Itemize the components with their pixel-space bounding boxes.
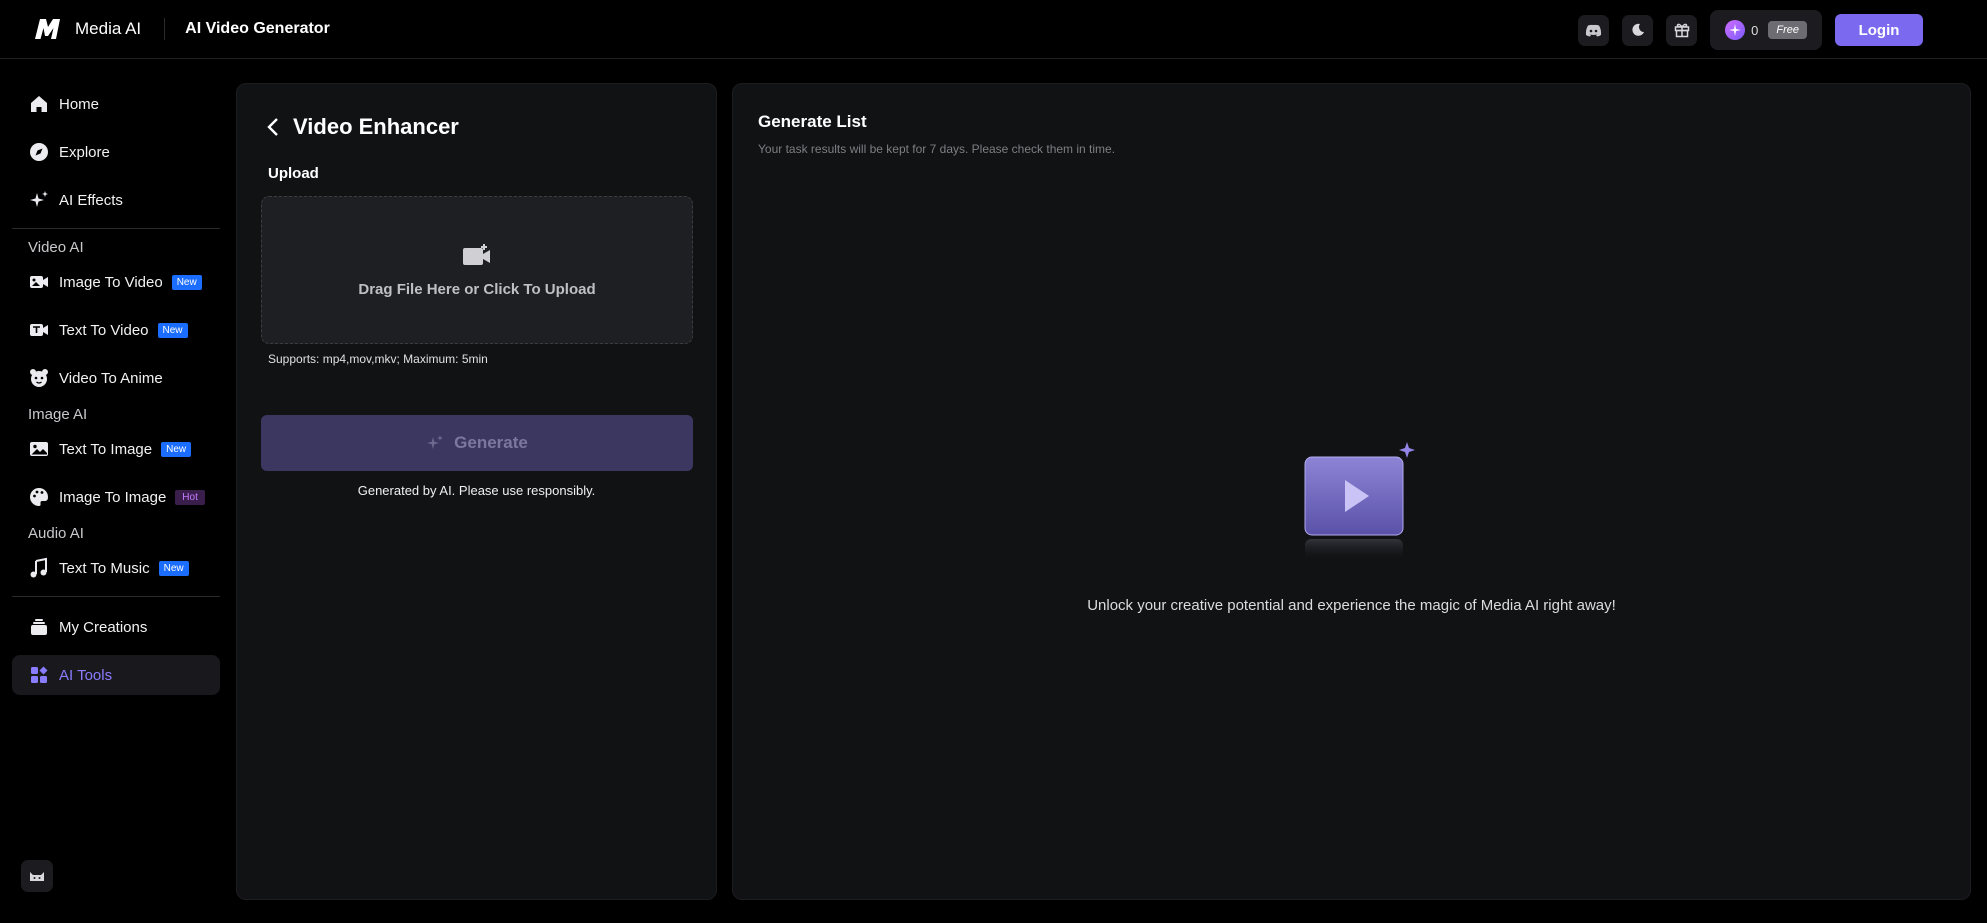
brand-name: Media AI	[75, 19, 142, 38]
credits-icon	[1725, 20, 1746, 40]
discord-icon	[1586, 24, 1602, 36]
sidebar-item-label: My Creations	[59, 618, 148, 636]
credits-count: 0	[1751, 22, 1759, 38]
sidebar: Home Explore AI Effects Video AI Image T…	[12, 84, 220, 703]
sidebar-item-label: Video To Anime	[59, 369, 163, 387]
gift-icon	[1674, 23, 1689, 38]
sidebar-item-label: AI Effects	[59, 191, 123, 209]
image-icon	[30, 442, 48, 456]
generate-list-subtitle: Your task results will be kept for 7 day…	[758, 142, 1116, 156]
supported-formats: Supports: mp4,mov,mkv; Maximum: 5min	[268, 352, 488, 366]
sidebar-item-label: AI Tools	[59, 666, 113, 684]
credits-display[interactable]: 0 Free	[1710, 10, 1822, 50]
generate-button[interactable]: Generate	[261, 415, 693, 471]
sparkle-icon	[30, 191, 48, 207]
page-title: AI Video Generator	[185, 20, 330, 37]
sidebar-item-home[interactable]: Home	[12, 84, 220, 124]
media-ai-logo-icon	[35, 19, 60, 39]
theme-toggle-button[interactable]	[1622, 14, 1654, 46]
empty-state-message: Unlock your creative potential and exper…	[1087, 597, 1616, 614]
new-badge: New	[171, 274, 202, 290]
moon-icon	[1632, 23, 1644, 36]
video-upload-icon	[463, 243, 490, 265]
sidebar-item-label: Text To Image	[59, 440, 153, 458]
sidebar-divider	[12, 596, 220, 597]
upload-dropzone[interactable]: Drag File Here or Click To Upload	[261, 196, 693, 344]
header-divider	[164, 18, 166, 40]
tool-panel: Video Enhancer Upload Drag File Here or …	[236, 83, 717, 900]
sidebar-item-my-creations[interactable]: My Creations	[12, 607, 220, 647]
video-play-illustration-icon	[1304, 442, 1415, 562]
sidebar-group-video-ai: Video AI	[28, 239, 84, 256]
sidebar-item-label: Text To Video	[59, 321, 149, 339]
header-actions: 0 Free Login	[1565, 10, 1923, 50]
upload-label: Upload	[268, 165, 319, 182]
plan-badge: Free	[1768, 21, 1807, 39]
ai-disclaimer: Generated by AI. Please use responsibly.	[357, 483, 596, 498]
sidebar-item-label: Image To Video	[59, 273, 163, 291]
music-note-icon	[30, 557, 47, 578]
generate-list-title: Generate List	[758, 112, 867, 131]
new-badge: New	[158, 560, 189, 576]
text-video-icon	[30, 324, 48, 336]
top-bar: Media AI AI Video Generator 0 Free Login	[0, 0, 1987, 59]
tool-title: Video Enhancer	[293, 114, 459, 139]
discord-button[interactable]	[1578, 14, 1610, 46]
sidebar-group-audio-ai: Audio AI	[28, 525, 84, 542]
gift-button[interactable]	[1666, 14, 1698, 46]
chevron-left-icon[interactable]	[267, 117, 279, 137]
image-video-icon	[30, 276, 48, 288]
compass-icon	[30, 143, 48, 161]
sidebar-item-label: Image To Image	[59, 488, 167, 506]
sidebar-item-label: Home	[59, 95, 100, 113]
generate-label: Generate	[454, 433, 528, 452]
dropzone-text: Drag File Here or Click To Upload	[358, 280, 596, 298]
brand[interactable]: Media AI	[34, 17, 141, 41]
sidebar-item-explore[interactable]: Explore	[12, 132, 220, 172]
sidebar-group-image-ai: Image AI	[28, 406, 88, 423]
robot-icon	[30, 872, 44, 881]
sidebar-item-video-to-anime[interactable]: Video To Anime	[12, 358, 220, 398]
new-badge: New	[157, 322, 188, 338]
sidebar-item-ai-tools[interactable]: AI Tools	[12, 655, 220, 695]
sidebar-item-text-to-image[interactable]: Text To Image New	[12, 429, 220, 469]
sidebar-item-ai-effects[interactable]: AI Effects	[12, 180, 220, 220]
new-badge: New	[161, 441, 192, 457]
apps-grid-icon	[31, 666, 48, 683]
sidebar-divider	[12, 228, 220, 229]
hot-badge: Hot	[175, 489, 205, 505]
sparkle-icon	[427, 435, 444, 449]
login-button[interactable]: Login	[1835, 14, 1923, 46]
layers-icon	[31, 619, 47, 635]
sidebar-item-label: Text To Music	[59, 559, 150, 577]
sidebar-item-text-to-video[interactable]: Text To Video New	[12, 310, 220, 350]
home-icon	[31, 96, 47, 112]
anime-face-icon	[30, 369, 48, 387]
sidebar-item-image-to-image[interactable]: Image To Image Hot	[12, 477, 220, 517]
support-bot-button[interactable]	[21, 860, 53, 892]
sidebar-item-image-to-video[interactable]: Image To Video New	[12, 262, 220, 302]
generate-list-panel: Generate List Your task results will be …	[732, 83, 1971, 900]
sidebar-item-text-to-music[interactable]: Text To Music New	[12, 548, 220, 588]
palette-icon	[30, 488, 48, 506]
sidebar-item-label: Explore	[59, 143, 110, 161]
tool-header: Video Enhancer	[267, 114, 459, 140]
